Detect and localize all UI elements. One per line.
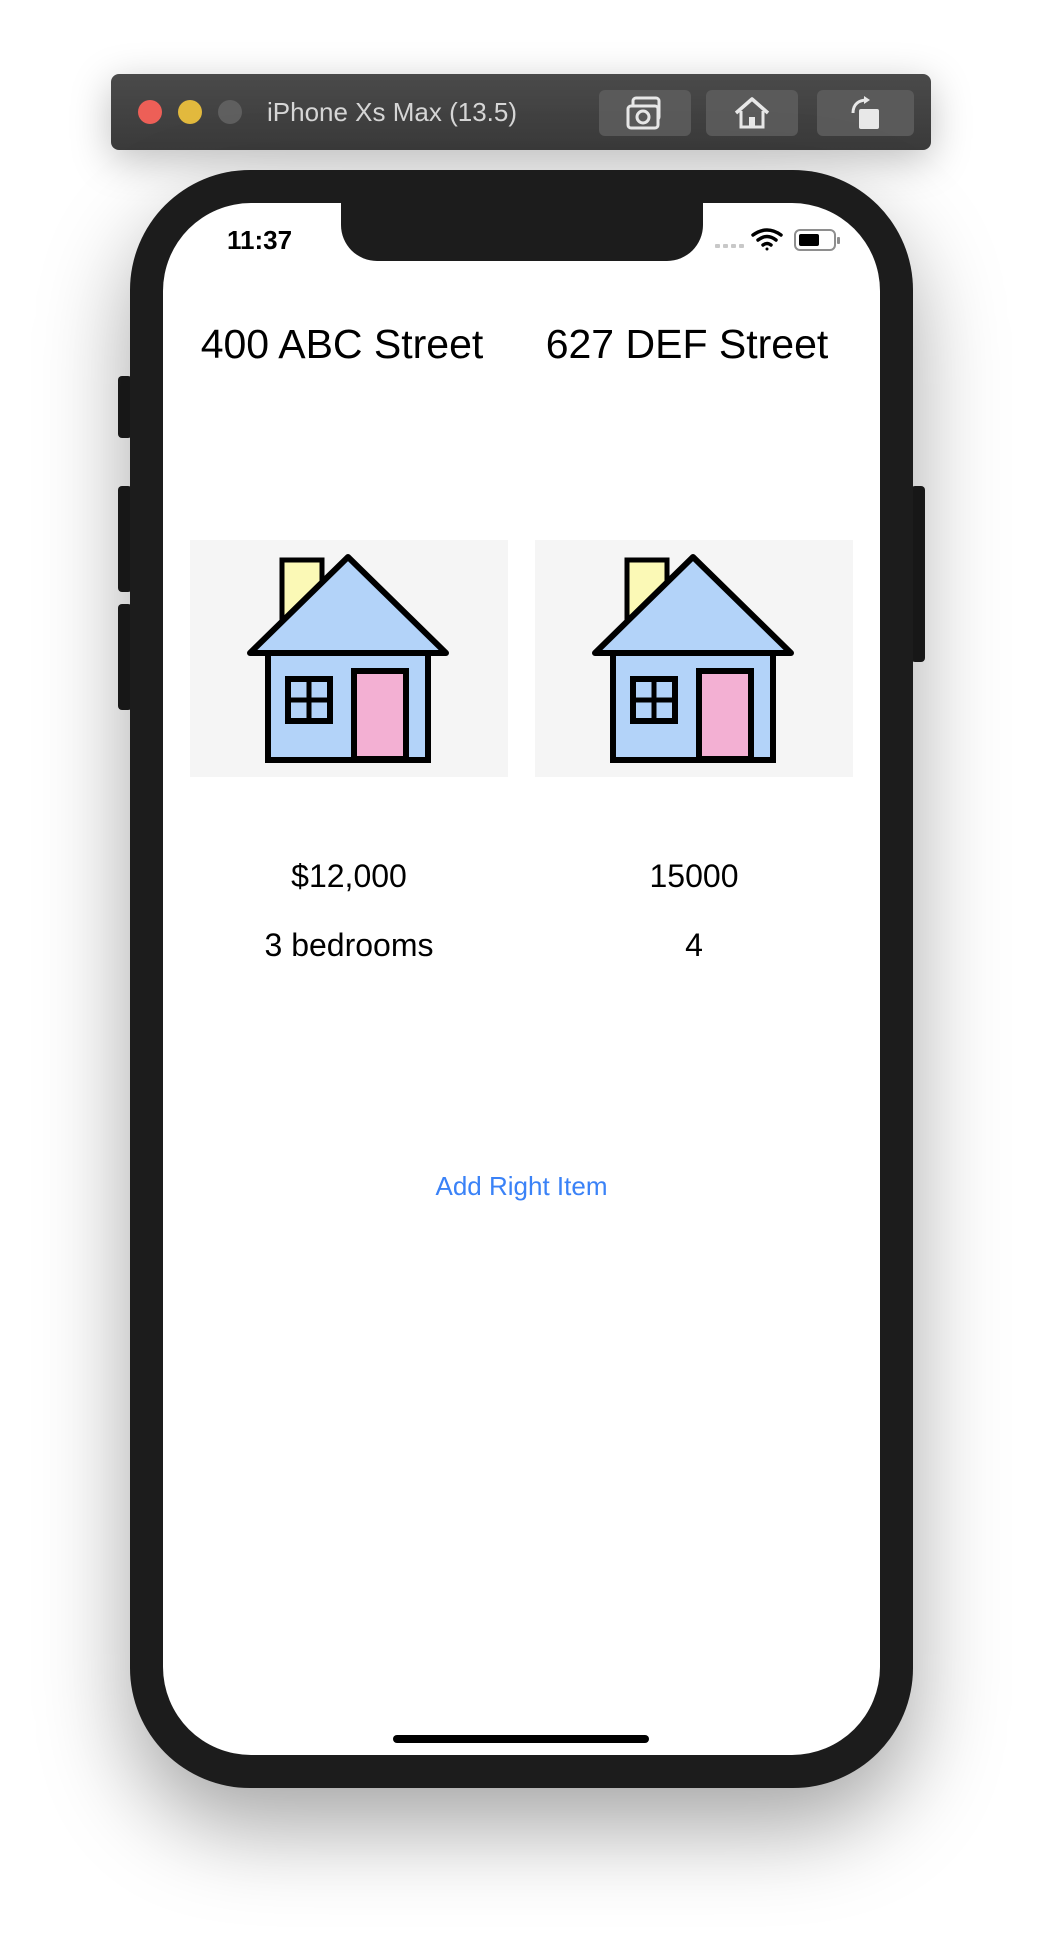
simulator-title: iPhone Xs Max (13.5) [267,97,518,127]
status-time: 11:37 [227,225,293,255]
left-listing-address: 400 ABC Street [200,321,484,367]
right-listing-price: 15000 [649,858,739,894]
right-listing-address: 627 DEF Street [545,321,829,367]
house-icon [592,554,794,763]
device-screen: 11:37 400 ABC Street $12,000 3 bedrooms … [163,203,880,1755]
left-listing-image [190,540,508,777]
zoom-window-button[interactable] [218,100,242,124]
status-icons [715,228,840,251]
screenshot-icon [626,96,661,130]
minimize-window-button[interactable] [178,100,202,124]
screenshot-button[interactable] [599,90,691,136]
notch [341,203,703,261]
wifi-icon [751,228,783,251]
stage: iPhone Xs Max (13.5) 11:37 400 ABC Stree… [0,0,1042,1938]
right-listing-image [535,540,853,777]
home-button[interactable] [706,90,798,136]
close-window-button[interactable] [138,100,162,124]
house-icon [247,554,449,763]
home-icon [734,97,770,129]
cellular-signal-icon [715,244,744,248]
simulator-title-bar: iPhone Xs Max (13.5) [111,74,931,150]
power-button [911,486,925,662]
home-indicator[interactable] [393,1735,649,1743]
left-listing-price: $12,000 [291,858,407,894]
rotate-button[interactable] [817,90,914,136]
right-listing-bedrooms: 4 [685,927,703,963]
left-listing-bedrooms: 3 bedrooms [264,927,434,963]
rotate-icon [851,96,879,129]
battery-icon [794,229,840,251]
add-right-item-button[interactable]: Add Right Item [163,1171,880,1202]
